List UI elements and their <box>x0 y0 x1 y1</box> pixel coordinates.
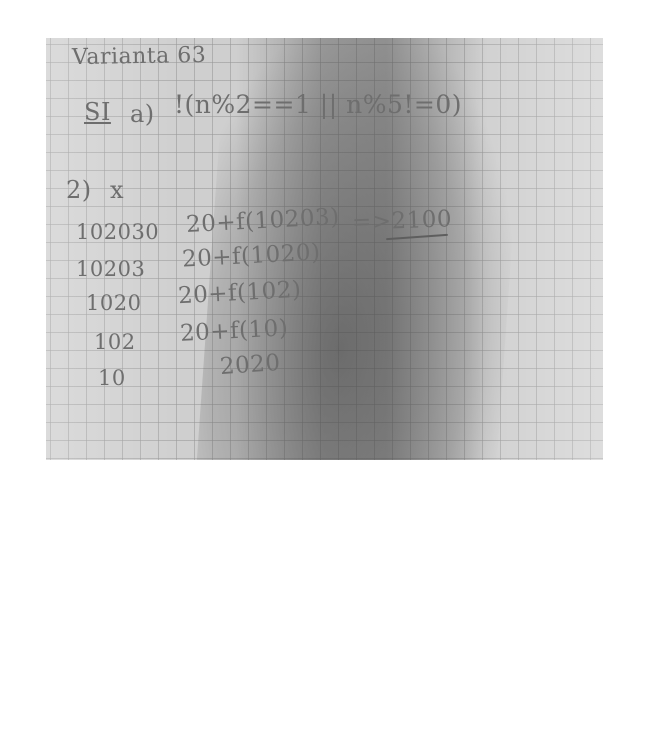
result-value: =>2100 <box>351 206 453 236</box>
notebook-photo: Varianta 63 SI a) !(n%2==1 || n%5!=0) 2)… <box>46 38 603 460</box>
x-value: 102 <box>94 330 136 354</box>
final-value: 2020 <box>219 349 282 381</box>
x-value: 10203 <box>76 257 146 281</box>
item-label: a) <box>130 100 155 128</box>
boolean-expression: !(n%2==1 || n%5!=0) <box>174 90 463 119</box>
section-2-label: 2) <box>66 176 92 204</box>
x-value: 10 <box>98 366 126 390</box>
column-header-x: x <box>110 176 125 204</box>
x-value: 102030 <box>76 220 160 244</box>
x-value: 1020 <box>86 291 142 315</box>
subject-label: SI <box>84 98 111 126</box>
page-title: Varianta 63 <box>71 42 207 71</box>
